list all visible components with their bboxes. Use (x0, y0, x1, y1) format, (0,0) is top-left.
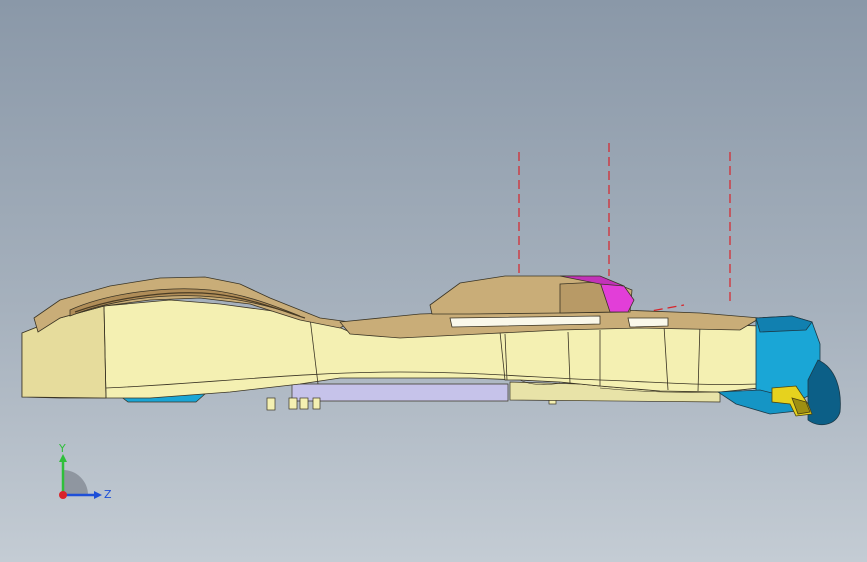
3d-viewport[interactable]: Y Z (0, 0, 867, 562)
lavender-panel (291, 383, 509, 402)
boss-4 (312, 397, 321, 410)
mid-deck-white-strip-2 (627, 317, 669, 328)
boss-2 (288, 397, 298, 410)
boss-3 (299, 397, 309, 410)
boss-1 (266, 397, 276, 411)
z-axis-arrow (94, 491, 102, 499)
dark-teal-fin (807, 359, 841, 426)
triad-corner-shade (63, 470, 88, 495)
axis-triad: Y Z (58, 442, 112, 501)
y-axis-arrow (59, 454, 67, 462)
cyan-rear-top (755, 315, 813, 333)
x-axis-dot (59, 491, 67, 499)
rear-body-panel (499, 323, 761, 393)
z-axis-label: Z (104, 488, 112, 501)
y-axis-label: Y (58, 442, 66, 455)
cad-model[interactable] (0, 0, 867, 562)
